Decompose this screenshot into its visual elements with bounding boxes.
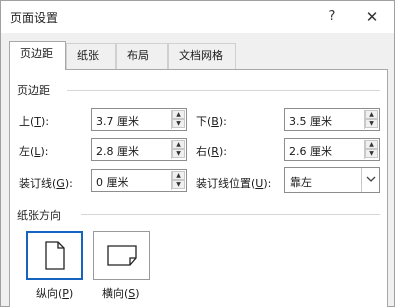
spin-up-icon[interactable]: ▲ (365, 140, 378, 149)
tab-paper[interactable]: 纸张 (66, 43, 116, 69)
top-margin-label: 上(T): (19, 115, 50, 128)
portrait-button[interactable] (26, 231, 83, 280)
spin-down-icon[interactable]: ▼ (172, 119, 185, 128)
portrait-label: 纵向(P) (36, 287, 74, 300)
spin-up-icon[interactable]: ▲ (172, 140, 185, 149)
title-bar: 页面设置 ? ✕ (1, 1, 394, 33)
left-margin-value[interactable]: 2.8 厘米 (96, 143, 139, 159)
landscape-label: 横向(S) (102, 287, 140, 300)
tab-layout[interactable]: 布局 (116, 43, 168, 69)
gutter-position-select[interactable]: 靠左 (284, 167, 380, 193)
gutter-value[interactable]: 0 厘米 (96, 174, 129, 190)
top-margin-value[interactable]: 3.7 厘米 (96, 113, 139, 129)
spin-down-icon[interactable]: ▼ (172, 180, 185, 189)
right-margin-label: 右(R): (196, 145, 227, 158)
tab-margins[interactable]: 页边距 (9, 41, 66, 70)
right-margin-value[interactable]: 2.6 厘米 (289, 143, 332, 159)
right-margin-spinner[interactable]: 2.6 厘米 ▲ ▼ (284, 138, 380, 161)
section-divider (67, 90, 380, 91)
section-divider (81, 214, 380, 215)
margins-section-title: 页边距 (17, 82, 50, 98)
spin-down-icon[interactable]: ▼ (365, 149, 378, 158)
help-icon[interactable]: ? (317, 4, 347, 30)
gutter-position-value: 靠左 (290, 176, 312, 189)
portrait-page-icon (45, 241, 65, 270)
spin-up-icon[interactable]: ▲ (172, 171, 185, 180)
orientation-section-title: 纸张方向 (17, 207, 61, 223)
left-margin-spinner[interactable]: 2.8 厘米 ▲ ▼ (91, 138, 187, 161)
landscape-button[interactable] (93, 231, 150, 280)
top-margin-spinner[interactable]: 3.7 厘米 ▲ ▼ (91, 108, 187, 131)
landscape-page-icon (107, 245, 137, 266)
spin-down-icon[interactable]: ▼ (365, 119, 378, 128)
spin-down-icon[interactable]: ▼ (172, 149, 185, 158)
chevron-down-icon[interactable] (361, 168, 379, 192)
window-title: 页面设置 (10, 11, 59, 25)
gutter-position-label: 装订线位置(U): (196, 177, 272, 190)
page-setup-dialog: 页面设置 ? ✕ 页边距 纸张 布局 文档网格 页边距 上(T): 3.7 厘米… (0, 0, 395, 307)
bottom-margin-spinner[interactable]: 3.5 厘米 ▲ ▼ (284, 108, 380, 131)
spin-up-icon[interactable]: ▲ (172, 110, 185, 119)
bottom-margin-label: 下(B): (196, 115, 227, 128)
gutter-spinner[interactable]: 0 厘米 ▲ ▼ (91, 169, 187, 192)
gutter-label: 装订线(G): (19, 177, 73, 190)
spin-up-icon[interactable]: ▲ (365, 110, 378, 119)
bottom-margin-value[interactable]: 3.5 厘米 (289, 113, 332, 129)
left-margin-label: 左(L): (19, 145, 49, 158)
tab-document-grid[interactable]: 文档网格 (168, 43, 236, 69)
close-icon[interactable]: ✕ (357, 4, 387, 30)
